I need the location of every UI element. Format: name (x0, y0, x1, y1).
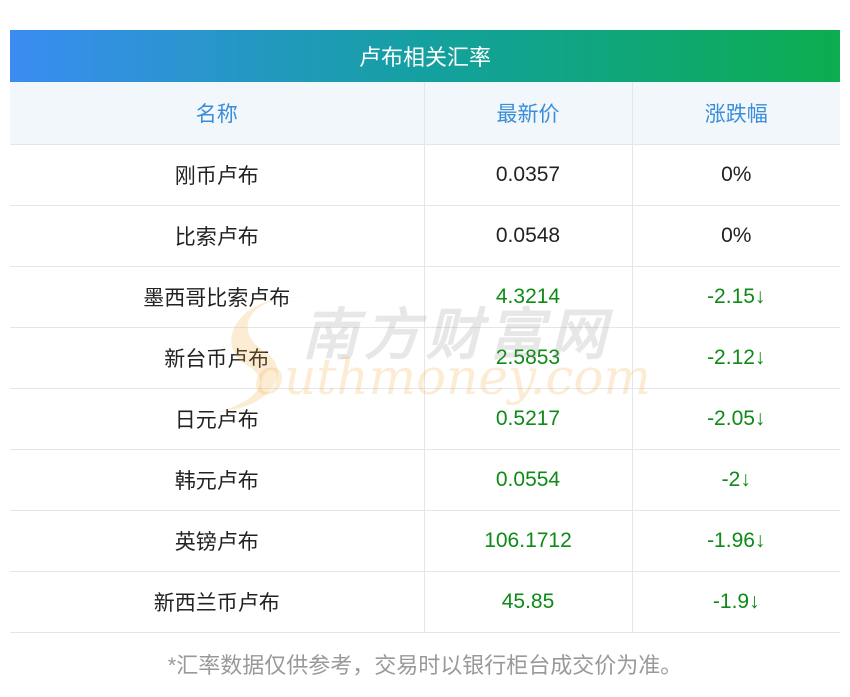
cell-name: 比索卢布 (10, 205, 425, 267)
cell-change: -1.9↓ (632, 571, 840, 633)
cell-price: 0.0548 (424, 205, 633, 267)
table-row: 新台币卢布 2.5853 -2.12↓ (10, 327, 840, 389)
cell-name: 墨西哥比索卢布 (10, 266, 425, 328)
column-header-price: 最新价 (424, 82, 633, 145)
cell-price: 4.3214 (424, 266, 633, 328)
table-row: 英镑卢布 106.1712 -1.96↓ (10, 510, 840, 572)
table-row: 日元卢布 0.5217 -2.05↓ (10, 388, 840, 450)
disclaimer-note: *汇率数据仅供参考，交易时以银行柜台成交价为准。 (167, 653, 683, 678)
cell-change: -2.15↓ (632, 266, 840, 328)
table-row: 墨西哥比索卢布 4.3214 -2.15↓ (10, 266, 840, 328)
cell-price: 0.5217 (424, 388, 633, 450)
cell-change: -1.96↓ (632, 510, 840, 572)
table-title: 卢布相关汇率 (10, 30, 840, 82)
column-header-change: 涨跌幅 (632, 82, 840, 145)
cell-name: 英镑卢布 (10, 510, 425, 572)
cell-name: 韩元卢布 (10, 449, 425, 511)
cell-price: 45.85 (424, 571, 633, 633)
cell-name: 刚币卢布 (10, 144, 425, 206)
table-header-row: 名称 最新价 涨跌幅 (10, 82, 840, 145)
cell-change: -2↓ (632, 449, 840, 511)
cell-change: -2.05↓ (632, 388, 840, 450)
cell-price: 106.1712 (424, 510, 633, 572)
cell-price: 2.5853 (424, 327, 633, 389)
table-row: 刚币卢布 0.0357 0% (10, 144, 840, 206)
cell-price: 0.0357 (424, 144, 633, 206)
table-body: 刚币卢布 0.0357 0% 比索卢布 0.0548 0% 墨西哥比索卢布 4.3214 -2.… (10, 144, 840, 633)
rates-table: 名称 最新价 涨跌幅 刚币卢布 0.0357 0% 比索卢布 0.0548 0% 墨西哥比索… (10, 82, 840, 633)
column-header-name: 名称 (10, 82, 425, 145)
cell-name: 日元卢布 (10, 388, 425, 450)
cell-change: -2.12↓ (632, 327, 840, 389)
table-row: 韩元卢布 0.0554 -2↓ (10, 449, 840, 511)
cell-price: 0.0554 (424, 449, 633, 511)
cell-change: 0% (632, 144, 840, 206)
cell-name: 新台币卢布 (10, 327, 425, 389)
table-row: 比索卢布 0.0548 0% (10, 205, 840, 267)
cell-name: 新西兰币卢布 (10, 571, 425, 633)
rate-card: 卢布相关汇率 名称 最新价 涨跌幅 刚币卢布 0.0357 0% 比索卢布 0.0548… (10, 30, 840, 633)
cell-change: 0% (632, 205, 840, 267)
table-row: 新西兰币卢布 45.85 -1.9↓ (10, 571, 840, 633)
